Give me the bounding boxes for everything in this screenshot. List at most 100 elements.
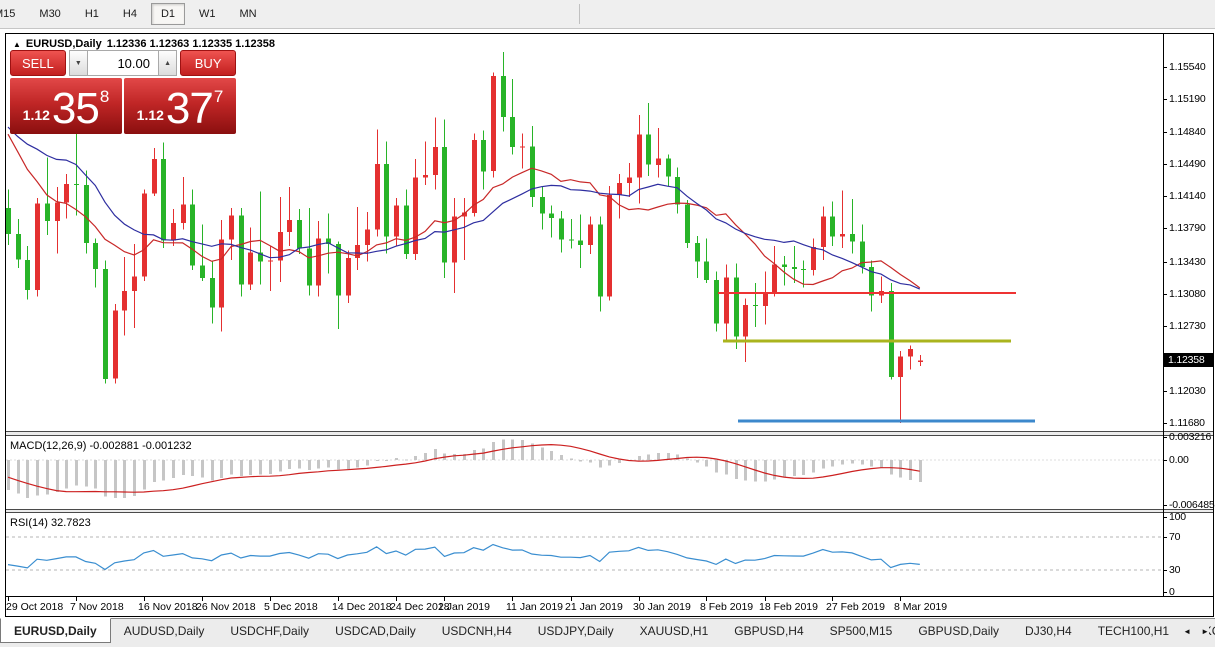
date-axis-label: 8 Feb 2019 [700,601,753,613]
rsi-axis-label: 70 [1169,531,1180,543]
macd-axis-tick [1163,437,1167,438]
one-click-trading-widget: SELL ▼ ▲ BUY 1.12 35 8 1.12 37 7 [10,50,236,134]
timeframe-button-d1[interactable]: D1 [151,3,185,25]
date-axis-label: 21 Jan 2019 [565,601,623,613]
rsi-axis-tick [1163,570,1167,571]
current-price-badge: 1.12358 [1164,353,1213,367]
price-axis-label: 1.13080 [1169,288,1206,300]
chart-tab-usdcnh-h4[interactable]: USDCNH,H4 [429,619,525,643]
timeframe-button-h4[interactable]: H4 [113,3,147,25]
macd-axis-label: 0.00 [1169,454,1189,466]
chart-tab-xauusd-h1[interactable]: XAUUSD,H1 [627,619,722,643]
price-axis-tick [1163,67,1167,68]
price-axis-label: 1.12730 [1169,320,1206,332]
timeframe-button-m15[interactable]: M15 [0,3,25,25]
rsi-axis-tick [1163,517,1167,518]
chart-tab-eurusd-daily[interactable]: EURUSD,Daily [0,618,111,643]
chart-tab-usdchf-daily[interactable]: USDCHF,Daily [217,619,322,643]
date-axis-label: 14 Dec 2018 [332,601,392,613]
chart-tab-usdcad-daily[interactable]: USDCAD,Daily [322,619,429,643]
date-axis-label: 27 Feb 2019 [826,601,885,613]
chart-tab-dj30-h4[interactable]: DJ30,H4 [1012,619,1085,643]
status-strip [0,643,1215,647]
price-axis-label: 1.14840 [1169,126,1206,138]
buy-price-sup: 7 [214,87,223,107]
chart-title: ▲ EURUSD,Daily 1.12336 1.12363 1.12335 1… [13,38,275,50]
chart-tab-tech100-h1[interactable]: TECH100,H1 [1085,619,1182,643]
date-axis-label: 29 Oct 2018 [6,601,63,613]
symbol-triangle-icon: ▲ [13,40,21,49]
volume-increase-button[interactable]: ▲ [158,50,177,76]
buy-button[interactable]: BUY [180,50,236,76]
timeframe-button-h1[interactable]: H1 [75,3,109,25]
rsi-header: RSI(14) 32.7823 [10,517,91,529]
price-axis-tick [1163,132,1167,133]
timeframe-button-m30[interactable]: M30 [29,3,70,25]
rsi-panel-canvas[interactable] [6,513,1163,596]
chart-tab-usdjpy-daily[interactable]: USDJPY,Daily [525,619,627,643]
macd-axis-label: -0.006485 [1169,499,1215,511]
date-axis-label: 18 Feb 2019 [759,601,818,613]
date-axis-label: 26 Nov 2018 [196,601,256,613]
price-axis-tick [1163,423,1167,424]
price-axis-label: 1.12030 [1169,385,1206,397]
chart-symbol-label: EURUSD,Daily [26,38,102,50]
macd-axis-label: 0.003216 [1169,431,1211,443]
macd-axis-tick [1163,505,1167,506]
sell-price-small: 1.12 [23,107,50,123]
buy-price-panel[interactable]: 1.12 37 7 [124,78,236,134]
price-axis-tick [1163,164,1167,165]
chart-window: ▲ EURUSD,Daily 1.12336 1.12363 1.12335 1… [5,33,1214,617]
tab-scroll-right-icon[interactable]: ► [1201,627,1209,636]
rsi-axis-tick [1163,537,1167,538]
price-axis-label: 1.15540 [1169,61,1206,73]
chart-tab-sp500-m15[interactable]: SP500,M15 [817,619,906,643]
sell-price-panel[interactable]: 1.12 35 8 [10,78,122,134]
chart-tab-audusd-daily[interactable]: AUDUSD,Daily [111,619,218,643]
price-axis-label: 1.13430 [1169,256,1206,268]
price-axis-divider [1163,34,1164,597]
date-axis-label: 16 Nov 2018 [138,601,198,613]
tab-scroll-left-icon[interactable]: ◄ [1183,627,1191,636]
toolbar-separator [579,4,580,24]
volume-input[interactable] [88,50,158,76]
price-axis-tick [1163,196,1167,197]
price-axis-label: 1.14490 [1169,158,1206,170]
price-axis-tick [1163,326,1167,327]
date-axis-label: 5 Dec 2018 [264,601,318,613]
tab-scroll-arrows: ◄► [1175,619,1209,644]
sell-price-big: 35 [52,91,99,127]
macd-axis-tick [1163,460,1167,461]
date-axis-label: 2 Jan 2019 [438,601,490,613]
timeframe-button-mn[interactable]: MN [230,3,267,25]
rsi-axis-label: 0 [1169,586,1175,598]
price-axis-tick [1163,228,1167,229]
buy-price-big: 37 [166,91,213,127]
price-axis-tick [1163,262,1167,263]
rsi-axis-label: 100 [1169,511,1186,523]
date-axis-label: 7 Nov 2018 [70,601,124,613]
buy-price-small: 1.12 [137,107,164,123]
volume-decrease-button[interactable]: ▼ [69,50,88,76]
timeframe-button-w1[interactable]: W1 [189,3,226,25]
date-axis-label: 8 Mar 2019 [894,601,947,613]
price-axis-label: 1.14140 [1169,190,1206,202]
chart-ohlc-values: 1.12336 1.12363 1.12335 1.12358 [107,38,275,50]
chart-tab-gbpusd-h4[interactable]: GBPUSD,H4 [721,619,816,643]
sell-button[interactable]: SELL [10,50,66,76]
sell-price-sup: 8 [100,87,109,107]
date-axis-divider [6,596,1213,597]
price-axis-label: 1.15190 [1169,93,1206,105]
chart-tab-gbpusd-daily[interactable]: GBPUSD,Daily [905,619,1012,643]
price-axis-tick [1163,99,1167,100]
price-axis-label: 1.13790 [1169,222,1206,234]
chart-tab-bar: EURUSD,DailyAUDUSD,DailyUSDCHF,DailyUSDC… [0,618,1215,643]
rsi-axis-tick [1163,592,1167,593]
timeframe-toolbar: M15M30H1H4D1W1MN [0,0,1215,29]
price-axis-tick [1163,391,1167,392]
rsi-axis-label: 30 [1169,564,1180,576]
date-axis-label: 30 Jan 2019 [633,601,691,613]
macd-header: MACD(12,26,9) -0.002881 -0.001232 [10,440,192,452]
price-axis-tick [1163,294,1167,295]
date-axis-label: 11 Jan 2019 [506,601,563,613]
